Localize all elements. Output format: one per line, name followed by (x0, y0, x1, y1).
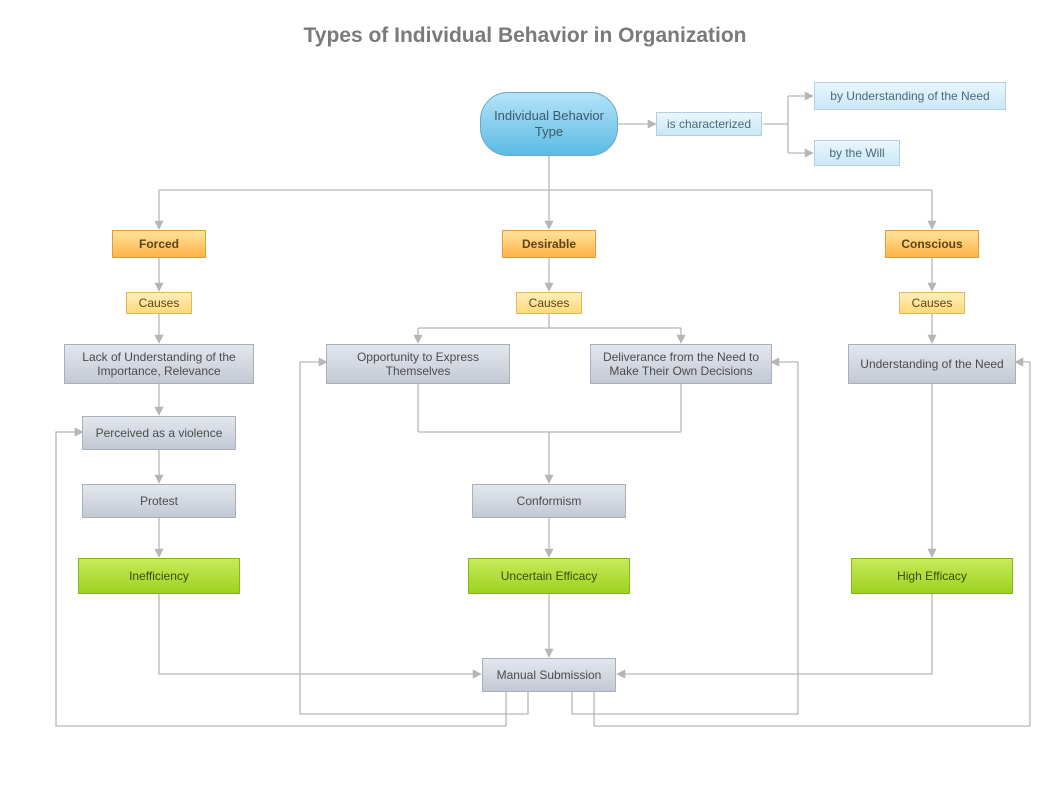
forced-step-2: Protest (82, 484, 236, 518)
conscious-label: Conscious (885, 230, 979, 258)
desirable-branch-1: Deliverance from the Need to Make Their … (590, 344, 772, 384)
conscious-step: Understanding of the Need (848, 344, 1016, 384)
by-understanding-need: by Understanding of the Need (814, 82, 1006, 110)
forced-step-0: Lack of Understanding of the Importance,… (64, 344, 254, 384)
page-title: Types of Individual Behavior in Organiza… (0, 24, 1050, 48)
forced-outcome: Inefficiency (78, 558, 240, 594)
desirable-merge: Conformism (472, 484, 626, 518)
root-node: Individual Behavior Type (480, 92, 618, 156)
desirable-causes: Causes (516, 292, 582, 314)
forced-causes: Causes (126, 292, 192, 314)
conscious-causes: Causes (899, 292, 965, 314)
forced-step-1: Perceived as a violence (82, 416, 236, 450)
desirable-outcome: Uncertain Efficacy (468, 558, 630, 594)
characterized-label: is characterized (656, 112, 762, 136)
desirable-label: Desirable (502, 230, 596, 258)
by-will: by the Will (814, 140, 900, 166)
desirable-branch-0: Opportunity to Express Themselves (326, 344, 510, 384)
manual-submission: Manual Submission (482, 658, 616, 692)
conscious-outcome: High Efficacy (851, 558, 1013, 594)
forced-label: Forced (112, 230, 206, 258)
